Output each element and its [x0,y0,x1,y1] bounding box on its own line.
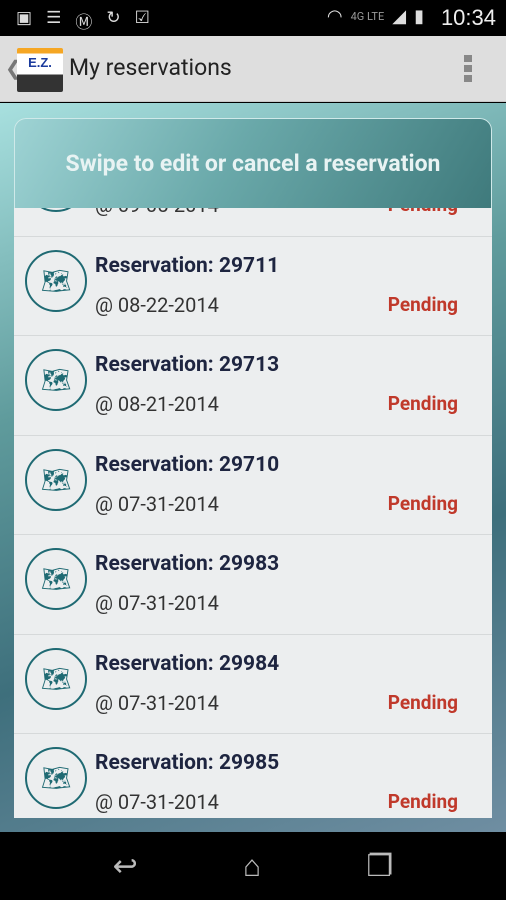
reservations-card: Swipe to edit or cancel a reservation 🗺 … [14,118,492,818]
sync-icon: ↻ [106,8,121,28]
reservation-row[interactable]: 🗺 Reservation: 29985 @ 07-31-2014 Pendin… [14,734,492,818]
reservation-date: @ 07-31-2014 [95,790,219,814]
reservation-row[interactable]: 🗺 Reservation: 29983 @ 07-31-2014 [14,535,492,635]
back-nav-icon[interactable]: ↩ [113,849,138,884]
reservation-date: @ 08-22-2014 [95,292,219,317]
reservation-title: Reservation: 29983 [95,552,280,576]
reservation-row[interactable]: 🗺 Reservation: 29712 @ 09-05-2014 Pendin… [14,208,492,237]
reservation-list[interactable]: 🗺 Reservation: 29712 @ 09-05-2014 Pendin… [14,208,492,818]
recents-nav-icon[interactable]: ❐ [366,849,393,884]
home-nav-icon[interactable]: ⌂ [243,849,261,884]
image-icon: ▣ [16,8,33,28]
reservation-title: Reservation: 29711 [95,253,280,278]
status-bar: ▣ ☰ Ⓜ ↻ ☑ ◠ 4G LTE ◢ ▮ 10:34 [0,0,506,36]
map-pin-icon: 🗺 [25,208,87,212]
task-icon: ☑ [134,8,150,28]
overflow-menu-icon[interactable] [464,55,472,82]
reservation-title: Reservation: 29985 [95,751,280,775]
reservation-row[interactable]: 🗺 Reservation: 29984 @ 07-31-2014 Pendin… [14,634,492,734]
reservation-date: @ 07-31-2014 [95,690,219,715]
status-badge: Pending [387,292,458,316]
reservation-date: @ 07-31-2014 [95,591,219,615]
map-pin-icon: 🗺 [25,548,87,610]
reservation-row[interactable]: 🗺 Reservation: 29713 @ 08-21-2014 Pendin… [14,336,492,436]
map-pin-icon: 🗺 [25,448,87,511]
reservation-date: @ 08-21-2014 [95,392,219,416]
network-label: 4G LTE [350,10,385,23]
reservation-title: Reservation: 29984 [95,651,280,676]
status-badge: Pending [387,491,458,515]
map-pin-icon: 🗺 [25,747,87,809]
reservation-title: Reservation: 29710 [95,452,280,477]
status-badge: Pending [387,392,458,415]
page-title: My reservations [69,54,232,81]
wifi-icon: ◠ [326,6,343,27]
reservation-date: @ 07-31-2014 [95,491,219,516]
signal-icon: ◢ [392,6,407,27]
status-badge: Pending [387,690,458,714]
map-pin-icon: 🗺 [25,249,87,312]
reservation-row[interactable]: 🗺 Reservation: 29710 @ 07-31-2014 Pendin… [14,435,492,535]
map-pin-icon: 🗺 [25,349,87,411]
status-badge: Pending [388,208,458,216]
map-pin-icon: 🗺 [25,647,87,710]
navigation-bar: ↩ ⌂ ❐ [0,832,506,900]
reservation-row[interactable]: 🗺 Reservation: 29711 @ 08-22-2014 Pendin… [14,236,492,336]
reservation-date: @ 09-05-2014 [95,208,219,217]
action-bar: ❮ E.Z. My reservations [0,36,506,102]
clock: 10:34 [440,5,496,30]
reservation-title: Reservation: 29713 [95,353,280,377]
swipe-hint: Swipe to edit or cancel a reservation [14,118,492,208]
motorola-icon: Ⓜ [75,13,93,33]
status-badge: Pending [387,790,458,813]
battery-icon: ▮ [414,6,424,27]
app-logo[interactable]: E.Z. [17,48,63,92]
sd-card-icon: ☰ [46,8,62,28]
